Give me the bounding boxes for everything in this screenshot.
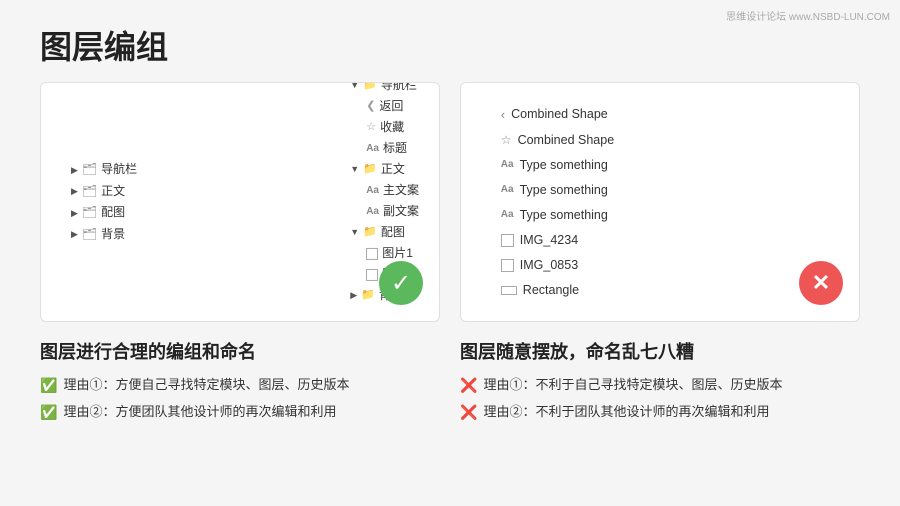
good-reasons: ✅ 理由①：方便自己寻找特定模块、图层、历史版本 ✅ 理由②：方便团队其他设计师… (40, 372, 349, 425)
bad-mockup: ‹ Combined Shape ☆ Combined Shape Aa Typ… (460, 82, 860, 322)
bad-reason-icon-2: ❌ (460, 399, 477, 426)
watermark: 思维设计论坛 www.NSBD-LUN.COM (726, 8, 890, 23)
good-badge: ✓ (379, 261, 423, 305)
good-reason-icon-2: ✅ (40, 399, 57, 426)
good-panel: ▶ 🗂 导航栏 ▶ 🗂 正文 ▶ 🗂 配图 ▶ (40, 82, 440, 425)
good-reason-icon-1: ✅ (40, 372, 57, 399)
good-mockup: ▶ 🗂 导航栏 ▶ 🗂 正文 ▶ 🗂 配图 ▶ (40, 82, 440, 322)
bad-panel: ‹ Combined Shape ☆ Combined Shape Aa Typ… (460, 82, 860, 425)
bad-title: 图层随意摆放，命名乱七八糟 (460, 338, 694, 364)
bad-badge: ✕ (799, 261, 843, 305)
bad-reasons: ❌ 理由①：不利于自己寻找特定模块、图层、历史版本 ❌ 理由②：不利于团队其他设… (460, 372, 782, 425)
bad-reason-icon-1: ❌ (460, 372, 477, 399)
good-title: 图层进行合理的编组和命名 (40, 338, 256, 364)
